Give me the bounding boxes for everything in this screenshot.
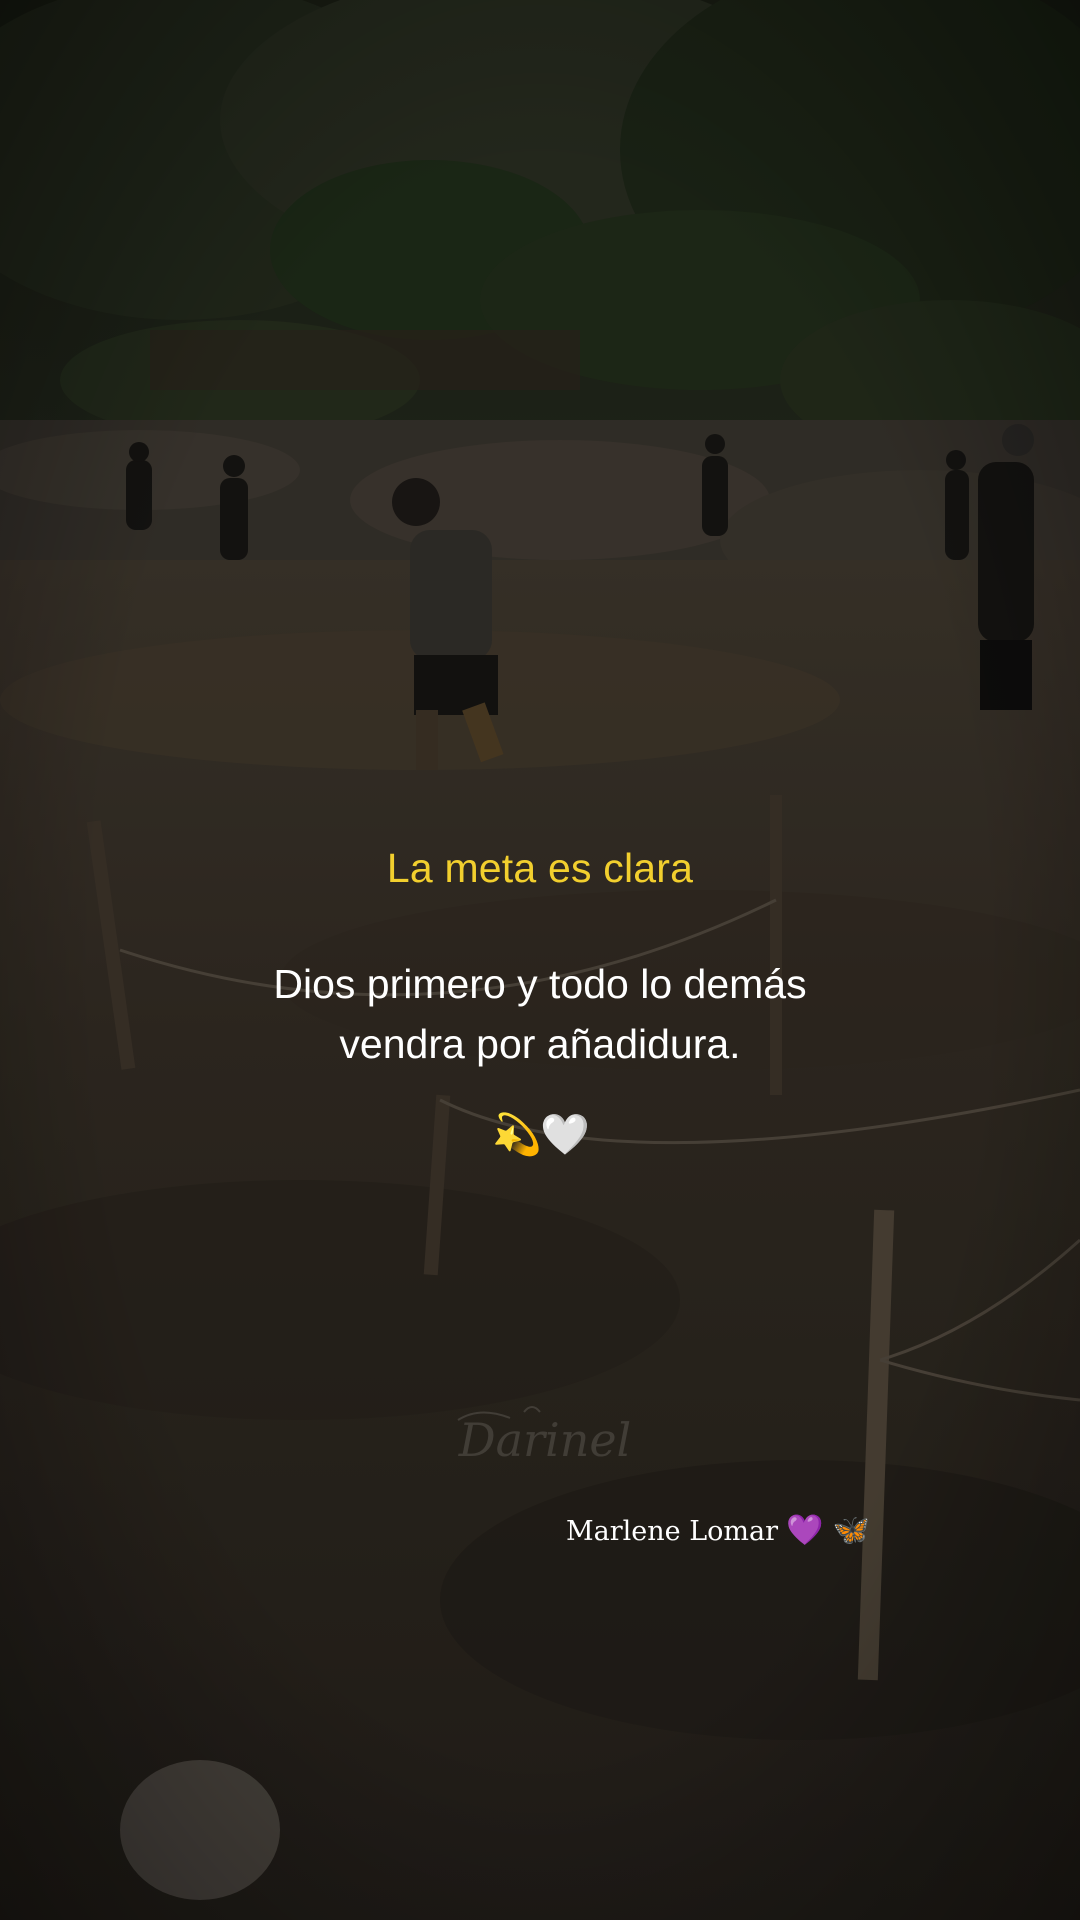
watermark-logo: Darinel	[457, 1406, 632, 1467]
caption-body: Dios primero y todo lo demás vendra por …	[140, 954, 940, 1074]
story-screen: La meta es clara Dios primero y todo lo …	[0, 0, 1080, 1920]
watermark-text: Darinel	[458, 1413, 632, 1467]
signature-emoji: 💜 🦋	[786, 1513, 871, 1548]
signature: Marlene Lomar 💜 🦋	[566, 1506, 870, 1556]
caption-title: La meta es clara	[386, 845, 694, 891]
caption-body-line-2: vendra por añadidura.	[339, 1021, 741, 1067]
caption-emoji: 💫🤍	[492, 1113, 590, 1157]
caption-body-line-1: Dios primero y todo lo demás	[273, 961, 807, 1007]
signature-name: Marlene Lomar	[566, 1516, 779, 1547]
